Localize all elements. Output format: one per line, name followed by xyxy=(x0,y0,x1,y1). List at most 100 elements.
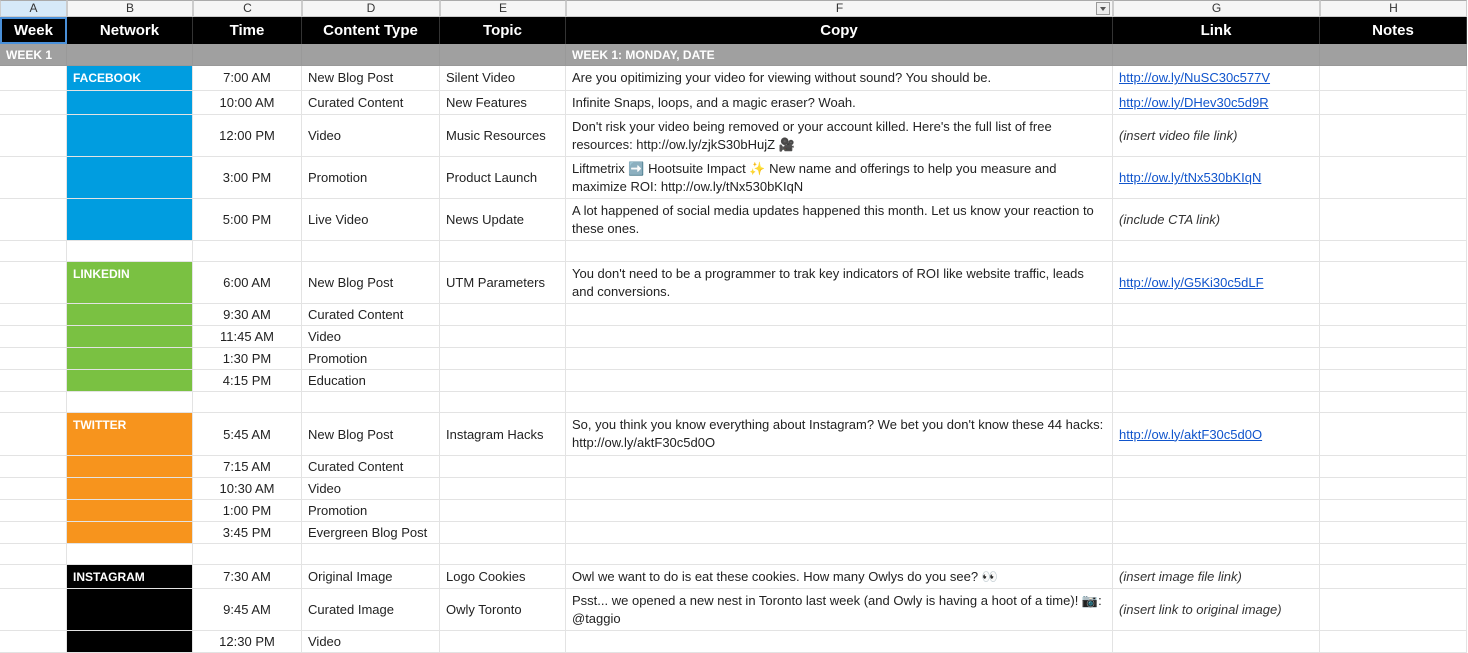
copy-cell[interactable] xyxy=(566,348,1113,370)
notes-cell[interactable] xyxy=(1320,304,1467,326)
link-cell[interactable] xyxy=(1113,370,1320,392)
notes-cell[interactable] xyxy=(1320,370,1467,392)
topic-cell[interactable]: UTM Parameters xyxy=(440,262,566,304)
row-gutter[interactable] xyxy=(0,66,67,91)
copy-cell[interactable]: So, you think you know everything about … xyxy=(566,413,1113,455)
content-type-cell[interactable]: Curated Content xyxy=(302,91,440,116)
notes-cell[interactable] xyxy=(1320,91,1467,116)
time-cell[interactable]: 9:30 AM xyxy=(193,304,302,326)
row-gutter[interactable] xyxy=(0,157,67,199)
topic-cell[interactable] xyxy=(440,304,566,326)
content-type-cell[interactable]: Video xyxy=(302,115,440,157)
field-header-network[interactable]: Network xyxy=(67,17,193,44)
topic-cell[interactable]: New Features xyxy=(440,91,566,116)
time-cell[interactable]: 7:15 AM xyxy=(193,456,302,478)
spacer-cell[interactable] xyxy=(566,241,1113,262)
spacer-cell[interactable] xyxy=(1113,241,1320,262)
spacer-cell[interactable] xyxy=(440,241,566,262)
link-cell[interactable]: http://ow.ly/aktF30c5d0O xyxy=(1113,413,1320,455)
week-row-cell[interactable] xyxy=(302,44,440,66)
network-cell-ig[interactable] xyxy=(67,631,193,653)
time-cell[interactable]: 5:45 AM xyxy=(193,413,302,455)
topic-cell[interactable]: Instagram Hacks xyxy=(440,413,566,455)
spacer-cell[interactable] xyxy=(1113,544,1320,565)
notes-cell[interactable] xyxy=(1320,500,1467,522)
network-cell-ig[interactable] xyxy=(67,589,193,631)
time-cell[interactable]: 1:00 PM xyxy=(193,500,302,522)
week-row-cell[interactable] xyxy=(440,44,566,66)
spacer-cell[interactable] xyxy=(440,544,566,565)
network-cell-tw[interactable] xyxy=(67,522,193,544)
network-cell-li[interactable] xyxy=(67,326,193,348)
row-gutter[interactable] xyxy=(0,413,67,455)
network-cell-li[interactable]: LINKEDIN xyxy=(67,262,193,304)
field-header-week[interactable]: Week xyxy=(0,17,67,44)
content-type-cell[interactable]: New Blog Post xyxy=(302,413,440,455)
notes-cell[interactable] xyxy=(1320,478,1467,500)
notes-cell[interactable] xyxy=(1320,326,1467,348)
field-header-link[interactable]: Link xyxy=(1113,17,1320,44)
link-cell[interactable] xyxy=(1113,478,1320,500)
notes-cell[interactable] xyxy=(1320,262,1467,304)
filter-icon[interactable] xyxy=(1096,2,1110,15)
content-type-cell[interactable]: Video xyxy=(302,631,440,653)
network-cell-fb[interactable] xyxy=(67,199,193,241)
network-cell-tw[interactable]: TWITTER xyxy=(67,413,193,455)
content-type-cell[interactable]: Curated Content xyxy=(302,456,440,478)
time-cell[interactable]: 3:45 PM xyxy=(193,522,302,544)
time-cell[interactable]: 9:45 AM xyxy=(193,589,302,631)
spacer-cell[interactable] xyxy=(193,392,302,413)
notes-cell[interactable] xyxy=(1320,522,1467,544)
row-gutter[interactable] xyxy=(0,199,67,241)
link-cell[interactable] xyxy=(1113,304,1320,326)
row-gutter[interactable] xyxy=(0,456,67,478)
content-type-cell[interactable]: Promotion xyxy=(302,500,440,522)
column-header-h[interactable]: H xyxy=(1320,0,1467,17)
field-header-notes[interactable]: Notes xyxy=(1320,17,1467,44)
spacer-cell[interactable] xyxy=(193,544,302,565)
copy-cell[interactable]: Infinite Snaps, loops, and a magic erase… xyxy=(566,91,1113,116)
copy-cell[interactable]: Don't risk your video being removed or y… xyxy=(566,115,1113,157)
topic-cell[interactable]: Logo Cookies xyxy=(440,565,566,590)
copy-cell[interactable] xyxy=(566,478,1113,500)
topic-cell[interactable] xyxy=(440,631,566,653)
link-cell[interactable]: http://ow.ly/G5Ki30c5dLF xyxy=(1113,262,1320,304)
link-cell[interactable] xyxy=(1113,348,1320,370)
notes-cell[interactable] xyxy=(1320,565,1467,590)
network-cell-li[interactable] xyxy=(67,348,193,370)
link-url[interactable]: http://ow.ly/DHev30c5d9R xyxy=(1119,95,1269,110)
time-cell[interactable]: 1:30 PM xyxy=(193,348,302,370)
week-row-cell[interactable] xyxy=(1113,44,1320,66)
row-gutter[interactable] xyxy=(0,262,67,304)
topic-cell[interactable]: News Update xyxy=(440,199,566,241)
copy-cell[interactable]: You don't need to be a programmer to tra… xyxy=(566,262,1113,304)
copy-cell[interactable] xyxy=(566,304,1113,326)
notes-cell[interactable] xyxy=(1320,456,1467,478)
field-header-time[interactable]: Time xyxy=(193,17,302,44)
copy-cell[interactable] xyxy=(566,500,1113,522)
row-gutter[interactable] xyxy=(0,589,67,631)
network-cell-li[interactable] xyxy=(67,304,193,326)
row-gutter[interactable] xyxy=(0,348,67,370)
content-type-cell[interactable]: Original Image xyxy=(302,565,440,590)
copy-cell[interactable]: Liftmetrix ➡️ Hootsuite Impact ✨ New nam… xyxy=(566,157,1113,199)
row-gutter[interactable] xyxy=(0,631,67,653)
content-type-cell[interactable]: Curated Content xyxy=(302,304,440,326)
link-cell[interactable]: (insert link to original image) xyxy=(1113,589,1320,631)
spacer-cell[interactable] xyxy=(0,241,67,262)
week-tab[interactable]: WEEK 1 xyxy=(0,44,67,66)
notes-cell[interactable] xyxy=(1320,413,1467,455)
topic-cell[interactable]: Music Resources xyxy=(440,115,566,157)
topic-cell[interactable]: Owly Toronto xyxy=(440,589,566,631)
spacer-cell[interactable] xyxy=(1320,241,1467,262)
row-gutter[interactable] xyxy=(0,115,67,157)
content-type-cell[interactable]: New Blog Post xyxy=(302,262,440,304)
content-type-cell[interactable]: Live Video xyxy=(302,199,440,241)
spacer-cell[interactable] xyxy=(1320,392,1467,413)
field-header-topic[interactable]: Topic xyxy=(440,17,566,44)
time-cell[interactable]: 12:30 PM xyxy=(193,631,302,653)
notes-cell[interactable] xyxy=(1320,589,1467,631)
link-cell[interactable]: http://ow.ly/NuSC30c577V xyxy=(1113,66,1320,91)
row-gutter[interactable] xyxy=(0,326,67,348)
link-url[interactable]: http://ow.ly/tNx530bKIqN xyxy=(1119,170,1261,185)
